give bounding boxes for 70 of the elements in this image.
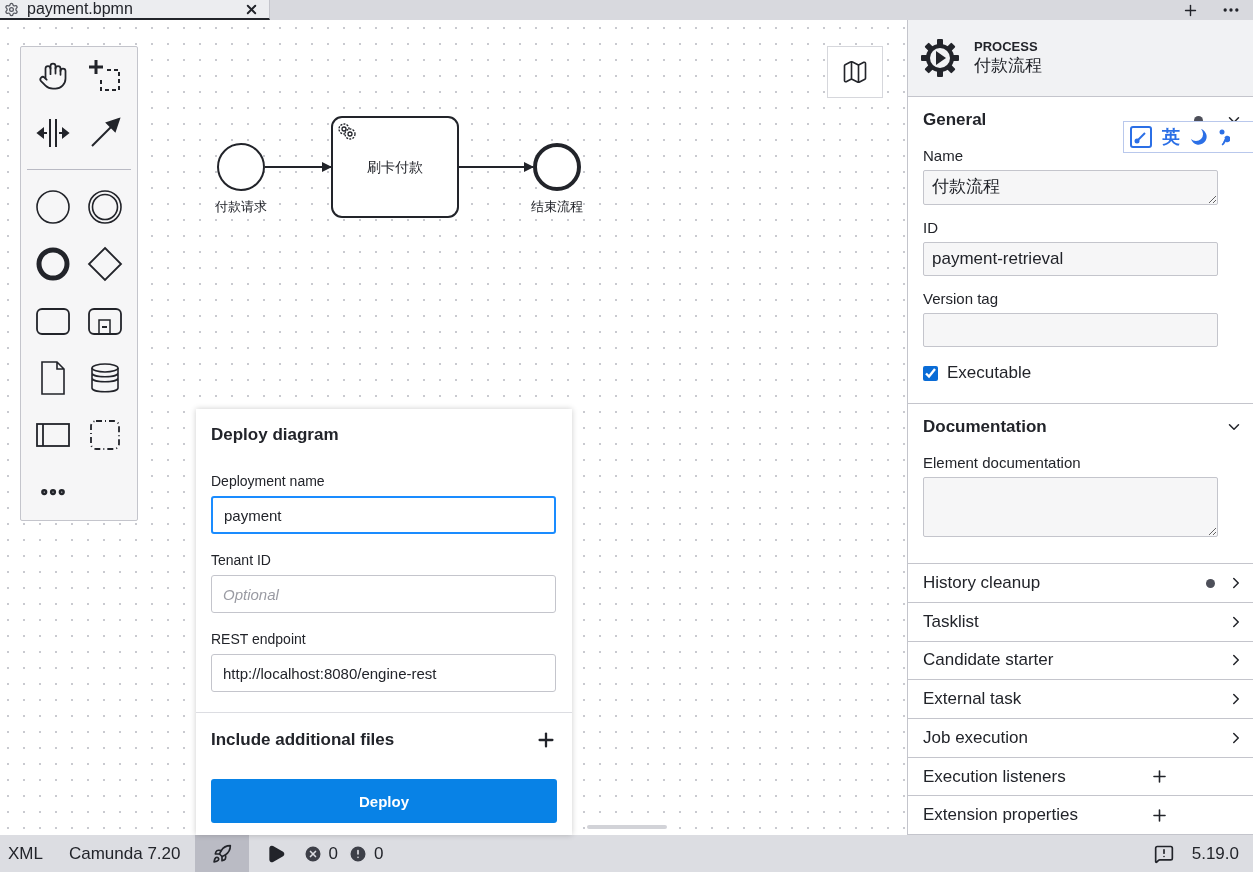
rocket-icon <box>211 843 232 864</box>
group-title: History cleanup <box>923 573 1042 594</box>
xml-tab[interactable]: XML <box>0 843 51 864</box>
field-label: Deployment name <box>211 473 326 489</box>
section-header[interactable]: Documentation <box>923 416 1218 439</box>
process-gear-icon <box>920 38 960 79</box>
end-event-circle <box>533 143 581 191</box>
add-icon[interactable] <box>1150 767 1169 786</box>
field-label: Element documentation <box>923 454 1082 472</box>
group-title: Job execution <box>923 727 1029 748</box>
input-field[interactable]: payment-retrieval <box>923 242 1218 277</box>
task-label: 刷卡付款 <box>367 159 423 175</box>
deploy-button[interactable]: Deploy <box>211 779 557 823</box>
panel-toggle-handle[interactable] <box>587 825 667 829</box>
minimap-button[interactable] <box>827 46 883 98</box>
input-field[interactable] <box>923 313 1218 348</box>
moon-icon[interactable] <box>1190 128 1208 146</box>
group-header[interactable]: History cleanup <box>908 564 1253 603</box>
start-event-circle <box>217 143 265 191</box>
intermediate-event-icon[interactable] <box>87 188 123 225</box>
group-header[interactable]: Execution listeners <box>908 757 1253 797</box>
input-field[interactable]: http://localhost:8080/engine-rest <box>211 654 556 692</box>
error-count: 0 <box>328 843 338 864</box>
field-label: Tenant ID <box>211 552 272 568</box>
ime-mode-label[interactable]: 英 <box>1162 125 1180 149</box>
group-header[interactable]: External task <box>908 680 1253 719</box>
section-title: Documentation <box>923 417 1048 438</box>
text-area[interactable]: 付款流程 <box>923 170 1218 206</box>
start-event-icon[interactable] <box>35 188 71 225</box>
event-label: 付款请求 <box>215 199 267 214</box>
field-label: ID <box>923 219 939 237</box>
warning-icon[interactable] <box>347 843 368 864</box>
section-title: General <box>923 110 988 131</box>
field-label: Name <box>923 147 964 165</box>
gateway-icon[interactable] <box>87 245 123 282</box>
element-type: PROCESS <box>974 39 1039 55</box>
group-title: External task <box>923 689 1023 710</box>
map-icon <box>841 58 869 86</box>
checkbox-label: Executable <box>947 363 1032 384</box>
input-field[interactable]: Optional <box>211 575 556 613</box>
error-icon[interactable] <box>302 843 323 864</box>
executable-checkbox[interactable] <box>923 365 938 381</box>
element-name: 付款流程 <box>974 55 1042 78</box>
group-header[interactable]: Job execution <box>908 719 1253 758</box>
feedback-icon[interactable] <box>1153 843 1174 864</box>
end-event-icon[interactable] <box>35 245 71 282</box>
section-title: Include additional files <box>211 730 395 750</box>
lasso-tool-icon[interactable] <box>87 57 123 94</box>
event-label: 结束流程 <box>531 199 583 214</box>
keyboard-skin-icon[interactable] <box>1130 126 1152 148</box>
punctuation-icon[interactable] <box>1218 128 1230 146</box>
group-title: Candidate starter <box>923 650 1055 671</box>
input-field[interactable]: payment <box>211 496 556 534</box>
field-label: REST endpoint <box>211 631 307 647</box>
group-header[interactable]: Tasklist <box>908 603 1253 642</box>
group-title: Extension properties <box>923 805 1079 826</box>
gear-icon <box>4 1 19 17</box>
hand-tool-icon[interactable] <box>38 60 68 91</box>
app-version: 5.19.0 <box>1190 843 1240 864</box>
sequence-flow-arrow <box>264 162 332 172</box>
group-title: Tasklist <box>923 611 980 632</box>
group-header[interactable]: Candidate starter <box>908 641 1253 681</box>
gears-icon <box>338 123 356 140</box>
group-title: Execution listeners <box>923 766 1067 787</box>
warning-count: 0 <box>373 843 384 864</box>
deploy-button[interactable] <box>194 835 249 872</box>
file-tab[interactable]: payment.bpmn <box>0 0 270 20</box>
engine-version[interactable]: Camunda 7.20 <box>60 843 189 864</box>
field-label: Version tag <box>923 290 1000 308</box>
popup-title: Deploy diagram <box>211 425 340 445</box>
